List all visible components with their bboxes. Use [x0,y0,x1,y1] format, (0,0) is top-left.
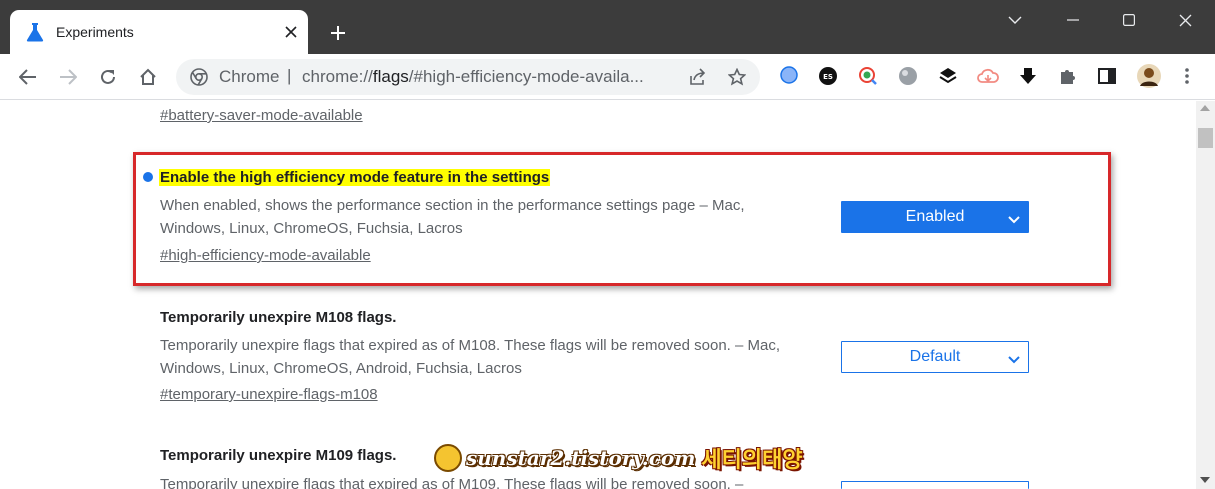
smiley-face-icon [434,444,462,472]
scrollbar-thumb[interactable] [1198,128,1213,148]
share-icon[interactable] [684,63,712,91]
flag-title-m109: Temporarily unexpire M109 flags. [160,447,397,464]
address-bar[interactable]: Chrome | chrome://flags/#high-efficiency… [176,59,760,95]
back-button[interactable] [13,62,43,92]
flags-page [0,101,1196,489]
tab-strip: Experiments [0,0,1215,54]
modified-indicator-dot [143,172,153,182]
url-text[interactable]: chrome://flags/#high-efficiency-mode-ava… [302,67,644,87]
extension-es-icon[interactable]: ES [817,65,839,87]
scroll-down-arrow-icon[interactable] [1200,477,1210,483]
reload-button[interactable] [93,62,123,92]
select-value: Default [909,348,961,365]
extension-lens-icon[interactable] [857,65,879,87]
tab-experiments[interactable]: Experiments [10,10,308,54]
watermark-url: sunstar2.tistory.com [466,446,696,470]
chevron-down-icon [1008,352,1020,364]
chevron-down-icon [1008,212,1020,224]
forward-button[interactable] [53,62,83,92]
extension-cloud-icon[interactable] [977,65,999,87]
flag-description-m108: Temporarily unexpire flags that expired … [160,337,781,377]
svg-text:ES: ES [823,73,833,81]
tab-search-chevron-icon[interactable] [987,0,1043,40]
page-scrollbar[interactable] [1196,101,1215,489]
url-host: flags [372,67,409,86]
flag-description-m109: Temporarily unexpire flags that expired … [160,476,744,489]
extension-sphere-icon[interactable] [897,65,919,87]
flag-title-high-efficiency: Enable the high efficiency mode feature … [159,169,551,186]
select-value: Enabled [905,208,965,225]
bookmark-star-icon[interactable] [723,63,751,91]
close-tab-icon[interactable] [280,21,302,43]
side-panel-icon[interactable] [1096,65,1118,87]
scroll-up-arrow-icon[interactable] [1200,105,1210,111]
flask-icon [26,22,44,42]
site-label: Chrome [219,67,280,86]
tab-title: Experiments [56,24,134,40]
minimize-button[interactable] [1045,0,1101,40]
watermark: sunstar2.tistory.com 세티의태양 [434,442,803,474]
extension-globe-icon[interactable] [778,65,800,87]
flag-state-select-high-efficiency[interactable]: Enabled [841,201,1029,233]
maximize-button[interactable] [1101,0,1157,40]
url-separator: | [287,66,292,85]
watermark-korean-text: 세티의태양 [701,448,803,473]
profile-avatar[interactable] [1136,63,1162,89]
flag-description-high-efficiency: When enabled, shows the performance sect… [160,197,745,237]
flag-title-m108: Temporarily unexpire M108 flags. [160,309,397,326]
new-tab-button[interactable] [324,19,352,47]
home-button[interactable] [133,62,163,92]
flag-link-m108[interactable]: #temporary-unexpire-flags-m108 [160,386,378,403]
kebab-menu-icon[interactable] [1176,65,1198,87]
flag-link-high-efficiency[interactable]: #high-efficiency-mode-available [160,247,371,264]
close-window-button[interactable] [1157,0,1213,40]
flag-state-select-m108[interactable]: Default [841,341,1029,373]
browser-toolbar: Chrome | chrome://flags/#high-efficiency… [0,54,1215,146]
extensions-puzzle-icon[interactable] [1057,65,1079,87]
flag-state-select-m109[interactable] [841,481,1029,489]
extension-layers-icon[interactable] [937,65,959,87]
flag-link-battery-saver[interactable]: #battery-saver-mode-available [160,107,363,124]
extension-download-icon[interactable] [1017,65,1039,87]
chrome-logo-icon [190,68,208,86]
